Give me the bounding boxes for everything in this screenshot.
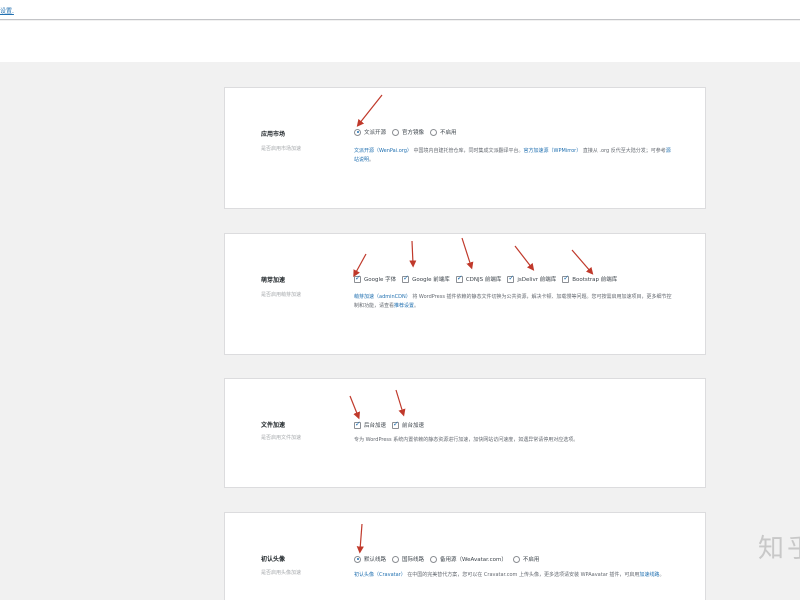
option-label: Google 字体 — [364, 277, 397, 283]
desc-text: 。 — [414, 303, 420, 309]
card-avatar: 初认头像 是否启用头像加速 默认线路 国际线路 备用源（WeAvatar.com… — [224, 512, 706, 600]
option-bootstrap[interactable]: Bootstrap 前端库 — [562, 274, 618, 283]
option-label: CDNJS 前端库 — [465, 277, 502, 283]
watermark: 知乎 — [758, 534, 800, 564]
checkbox-icon[interactable] — [354, 274, 361, 283]
desc-text: 中国境内自建托管仓库，同时集成文派翻译平台。 — [411, 148, 524, 154]
header-area — [0, 21, 800, 62]
option-label: 不启用 — [522, 557, 540, 563]
desc-link[interactable]: 官方加速源（WPMirror） — [524, 148, 582, 154]
radio-icon[interactable] — [430, 128, 438, 136]
radio-icon[interactable] — [392, 128, 400, 136]
option-label: 前台加速 — [402, 423, 425, 429]
desc-link[interactable]: 加速线路 — [639, 572, 659, 578]
option-frontend[interactable]: 前台加速 — [392, 420, 425, 429]
option-label: 默认线路 — [364, 557, 387, 563]
card-title: 萌芽加速 — [261, 277, 286, 284]
card-title: 初认头像 — [261, 556, 286, 563]
checkbox-icon[interactable] — [402, 274, 410, 283]
option-label: jsDelivr 前端库 — [517, 277, 557, 283]
card-title: 应用市场 — [261, 131, 286, 138]
option-label: 后台加速 — [364, 423, 387, 429]
checkbox-icon[interactable] — [562, 274, 570, 283]
checkbox-icon[interactable] — [507, 274, 515, 283]
option-label: 官方镜像 — [402, 130, 425, 136]
option-label: Google 前端库 — [412, 277, 450, 283]
desc-link[interactable]: 萌芽加速（adminCDN） — [354, 294, 411, 300]
checkbox-icon[interactable] — [455, 274, 463, 283]
option-wenpai[interactable]: 文派开源 — [354, 128, 386, 136]
card-description: 文派开源（WenPai.org） 中国境内自建托管仓库，同时集成文派翻译平台。官… — [354, 147, 674, 165]
checkbox-icon[interactable] — [354, 420, 361, 429]
checkbox-icon[interactable] — [392, 420, 400, 429]
radio-icon[interactable] — [512, 555, 520, 563]
desc-text: 在中国的完美替代方案，您可以在 Cravatar.com 上传头像，更多选项请安… — [405, 572, 640, 578]
card-app-market: 应用市场 是否启用市场加速 文派开源 官方镜像 不启用 文派开源（WenPai.… — [224, 87, 706, 209]
desc-text: 直接从 .org 反代至大陆分发；可参考 — [581, 148, 666, 154]
option-cdnjs[interactable]: CDNJS 前端库 — [455, 274, 502, 283]
desc-link[interactable]: 推荐设置 — [394, 303, 414, 309]
option-backend[interactable]: 后台加速 — [354, 420, 387, 429]
desc-text: 。 — [659, 572, 665, 578]
card-description: 萌芽加速（adminCDN） 将 WordPress 插件依赖的静态文件切换为公… — [354, 293, 674, 311]
card-subtitle: 是否启用头像加速 — [261, 570, 302, 576]
option-disable[interactable]: 不启用 — [512, 555, 540, 563]
option-google-libs[interactable]: Google 前端库 — [402, 274, 450, 283]
desc-link[interactable]: 文派开源（WenPai.org） — [354, 148, 412, 154]
settings-link[interactable]: 设置. — [0, 6, 14, 15]
card-description: 初认头像（Cravatar） 在中国的完美替代方案，您可以在 Cravatar.… — [354, 571, 674, 580]
option-label: 文派开源 — [364, 130, 387, 136]
card-file-acceleration: 文件加速 是否启用文件加速 后台加速 前台加速 专为 WordPress 系统内… — [224, 378, 706, 488]
card-cdn-acceleration: 萌芽加速 是否启用萌芽加速 Google 字体 Google 前端库 CDNJS… — [224, 233, 706, 355]
card-subtitle: 是否启用市场加速 — [261, 146, 302, 152]
desc-text: 专为 WordPress 系统内置依赖的静态资源进行加速，加快网站访问速度，如遇… — [354, 437, 579, 443]
option-google-fonts[interactable]: Google 字体 — [354, 274, 397, 283]
options-row: Google 字体 Google 前端库 CDNJS 前端库 jsDelivr … — [354, 274, 623, 283]
option-label: 不启用 — [440, 130, 457, 136]
radio-icon[interactable] — [354, 555, 361, 563]
top-bar: 设置. — [0, 0, 800, 20]
option-label: 国际线路 — [402, 557, 425, 563]
card-title: 文件加速 — [261, 422, 286, 429]
radio-icon[interactable] — [354, 128, 361, 136]
option-disable[interactable]: 不启用 — [430, 128, 457, 136]
card-description: 专为 WordPress 系统内置依赖的静态资源进行加速，加快网站访问速度，如遇… — [354, 436, 674, 445]
card-subtitle: 是否启用萌芽加速 — [261, 292, 302, 298]
option-backup-source[interactable]: 备用源（WeAvatar.com） — [430, 555, 507, 563]
radio-icon[interactable] — [392, 555, 400, 563]
option-official-mirror[interactable]: 官方镜像 — [392, 128, 424, 136]
radio-icon[interactable] — [430, 555, 438, 563]
option-label: 备用源（WeAvatar.com） — [440, 557, 507, 563]
option-default-line[interactable]: 默认线路 — [354, 555, 386, 563]
desc-text: 。 — [369, 157, 375, 163]
option-intl-line[interactable]: 国际线路 — [392, 555, 424, 563]
options-row: 后台加速 前台加速 — [354, 420, 430, 429]
option-jsdelivr[interactable]: jsDelivr 前端库 — [507, 274, 557, 283]
options-row: 默认线路 国际线路 备用源（WeAvatar.com） 不启用 — [354, 555, 545, 563]
option-label: Bootstrap 前端库 — [572, 277, 618, 283]
card-subtitle: 是否启用文件加速 — [261, 435, 302, 441]
desc-link[interactable]: 初认头像（Cravatar） — [354, 572, 406, 578]
options-row: 文派开源 官方镜像 不启用 — [354, 128, 463, 136]
